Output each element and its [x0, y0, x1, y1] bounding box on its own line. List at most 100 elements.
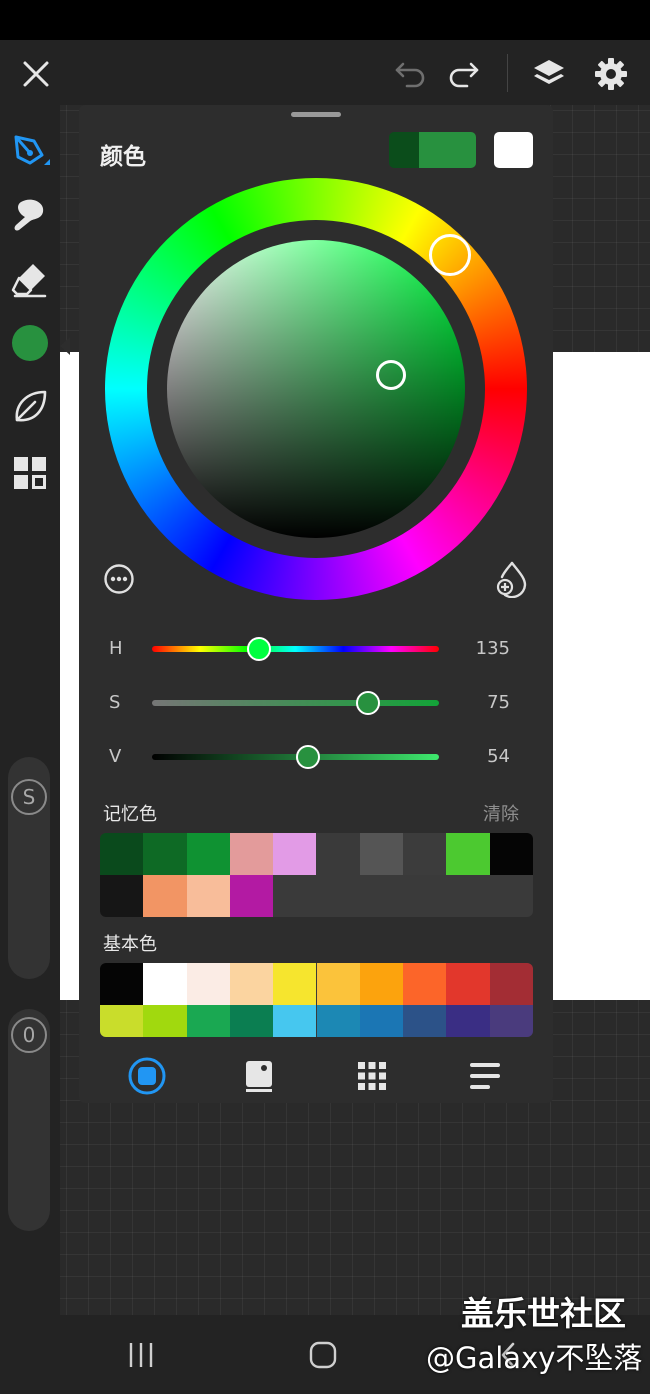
color-swatch[interactable] [143, 1005, 187, 1037]
add-drop-icon [496, 561, 527, 599]
smudge-tool-button[interactable] [6, 191, 54, 239]
previous-color-swatch[interactable] [389, 132, 419, 168]
leaf-icon [15, 390, 47, 422]
recent-colors-label: 记忆色 [103, 804, 157, 825]
watermark-handle: @Galaxy不坠落 [426, 1341, 643, 1375]
color-swatch[interactable] [403, 1005, 447, 1037]
color-swatch[interactable] [100, 875, 144, 917]
saturation-value: 75 [487, 692, 510, 713]
color-swatch[interactable] [186, 963, 230, 1005]
hue-label: H [109, 638, 123, 659]
saturation-value-handle[interactable] [376, 360, 406, 390]
add-color-drop-button[interactable] [495, 560, 529, 599]
value-label: V [109, 746, 122, 767]
opacity-badge: 0 [11, 1017, 47, 1053]
color-swatch[interactable] [100, 833, 144, 875]
color-mode-tabbar [79, 1045, 553, 1103]
color-swatch[interactable] [446, 1005, 490, 1037]
top-bar [0, 40, 650, 105]
recent-apps-button[interactable] [118, 1335, 164, 1375]
color-swatch[interactable] [273, 963, 317, 1005]
color-swatch[interactable] [229, 833, 274, 875]
pen-icon [14, 135, 50, 165]
saturation-slider-thumb[interactable] [356, 691, 380, 715]
color-swatch[interactable] [403, 833, 447, 875]
color-swatch[interactable] [316, 1005, 360, 1037]
disc-tab-icon [128, 1057, 166, 1095]
color-panel: 颜色 H 135 S 75 V 54 记忆色 清除 基本色 [79, 105, 553, 1103]
more-options-icon [104, 564, 134, 594]
basic-colors-palette [100, 963, 533, 1037]
classic-tab-icon [246, 1061, 272, 1092]
color-swatch[interactable] [489, 833, 533, 875]
topbar-divider [507, 54, 508, 92]
tab-palette-grid[interactable] [347, 1051, 397, 1101]
color-swatch[interactable] [359, 963, 404, 1005]
color-swatch[interactable] [316, 963, 360, 1005]
color-swatch[interactable] [229, 963, 274, 1005]
color-swatch[interactable] [359, 1005, 404, 1037]
color-swatch[interactable] [186, 833, 230, 875]
color-swatch[interactable] [229, 1005, 274, 1037]
more-options-button[interactable] [103, 563, 135, 595]
color-swatch[interactable] [403, 963, 447, 1005]
saturation-value-disc[interactable] [167, 240, 465, 538]
color-swatch[interactable] [273, 1005, 317, 1037]
clear-recent-button[interactable]: 清除 [483, 800, 519, 826]
current-color-swatch[interactable] [419, 132, 476, 168]
color-swatch[interactable] [229, 875, 274, 917]
redo-icon[interactable] [442, 54, 486, 94]
color-swatch[interactable] [316, 833, 360, 875]
tab-disc[interactable] [122, 1051, 172, 1101]
current-color-dot [12, 325, 48, 361]
color-swatch[interactable] [359, 833, 404, 875]
hue-value: 135 [475, 638, 510, 659]
color-swatch[interactable] [186, 875, 230, 917]
value-value: 54 [487, 746, 510, 767]
color-tool-button[interactable] [6, 319, 54, 367]
color-swatch[interactable] [100, 1005, 144, 1037]
panel-grip-handle[interactable] [291, 112, 341, 117]
color-swatch[interactable] [100, 963, 144, 1005]
recent-apps-icon [129, 1343, 153, 1367]
tab-classic[interactable] [234, 1051, 284, 1101]
brush-size-badge: S [11, 779, 47, 815]
opacity-slider[interactable]: 0 [8, 1009, 50, 1231]
layers-icon[interactable] [526, 52, 572, 96]
color-swatch[interactable] [446, 833, 490, 875]
gear-icon[interactable] [588, 52, 634, 96]
background-color-swatch[interactable] [494, 132, 533, 168]
more-tools-button[interactable] [6, 449, 54, 497]
hue-slider-track[interactable] [152, 646, 439, 652]
home-button[interactable] [300, 1333, 346, 1377]
left-toolbar: S 0 [0, 105, 70, 1315]
color-swatch[interactable] [273, 833, 317, 875]
color-swatch[interactable] [489, 963, 533, 1005]
active-pointer [60, 337, 70, 355]
color-swatch[interactable] [186, 1005, 230, 1037]
brush-icon [14, 199, 44, 231]
color-swatch[interactable] [143, 963, 187, 1005]
value-slider-thumb[interactable] [296, 745, 320, 769]
eraser-tool-button[interactable] [6, 255, 54, 303]
eraser-icon [11, 264, 47, 298]
saturation-slider-track[interactable] [152, 700, 439, 706]
brush-size-slider[interactable]: S [8, 757, 50, 979]
undo-icon[interactable] [388, 54, 432, 94]
hue-ring-handle[interactable] [429, 234, 471, 276]
pen-tool-button[interactable] [6, 125, 54, 173]
palette-grid-tab-icon [358, 1062, 386, 1090]
grid-icon [14, 457, 46, 489]
smudge-leaf-button[interactable] [6, 383, 54, 431]
value-list-tab-icon [470, 1063, 500, 1089]
status-bar [0, 0, 650, 40]
color-swatch[interactable] [143, 875, 187, 917]
color-swatch[interactable] [489, 1005, 533, 1037]
color-swatch[interactable] [143, 833, 187, 875]
saturation-label: S [109, 692, 121, 713]
color-swatch[interactable] [446, 963, 490, 1005]
close-icon[interactable] [14, 52, 58, 96]
hue-slider-thumb[interactable] [247, 637, 271, 661]
home-icon [309, 1341, 337, 1369]
tab-value-list[interactable] [460, 1051, 510, 1101]
